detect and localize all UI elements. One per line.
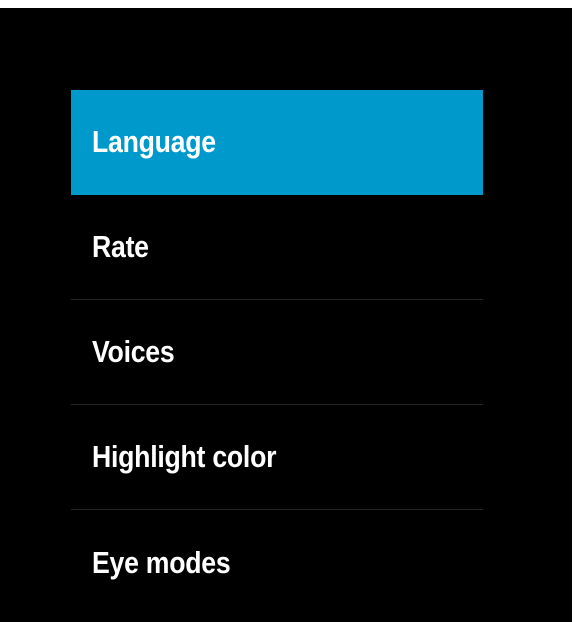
settings-screen: Language Rate Voices Highlight color Eye… <box>0 8 572 622</box>
menu-item-label: Rate <box>92 229 149 264</box>
menu-item-label: Language <box>92 124 216 159</box>
menu-item-voices[interactable]: Voices <box>71 300 483 405</box>
menu-item-language[interactable]: Language <box>71 90 483 195</box>
menu-item-rate[interactable]: Rate <box>71 195 483 300</box>
settings-menu: Language Rate Voices Highlight color Eye… <box>71 90 483 615</box>
menu-item-highlight-color[interactable]: Highlight color <box>71 405 483 510</box>
menu-item-label: Highlight color <box>92 439 277 474</box>
menu-item-label: Voices <box>92 334 175 369</box>
menu-item-label: Eye modes <box>92 544 231 580</box>
menu-item-eye-modes[interactable]: Eye modes <box>71 510 483 615</box>
